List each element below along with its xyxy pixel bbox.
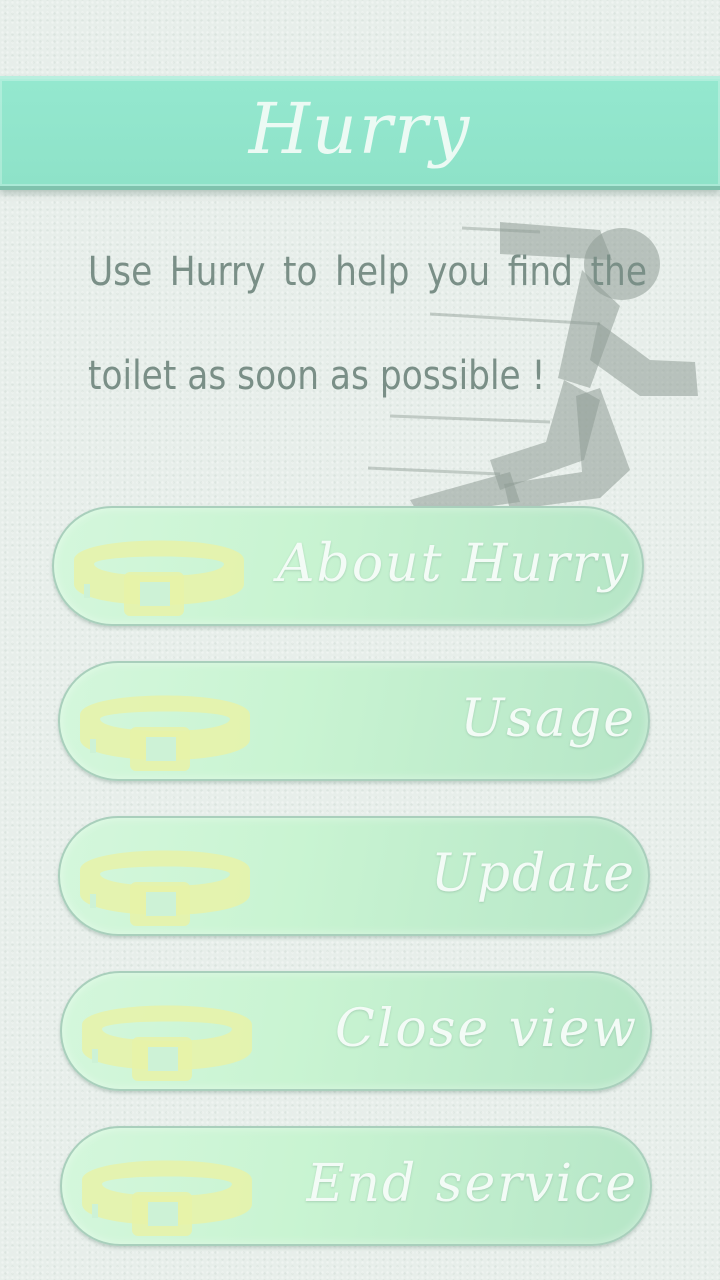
close-view-button[interactable]: Close view	[60, 971, 652, 1091]
title-bar: Hurry	[0, 76, 720, 190]
update-button[interactable]: Update	[58, 816, 650, 936]
update-label: Update	[430, 844, 636, 904]
belt-icon	[74, 540, 244, 616]
about-hurry-button[interactable]: About Hurry	[52, 506, 644, 626]
usage-label: Usage	[460, 689, 636, 749]
belt-icon	[80, 850, 250, 926]
belt-icon	[82, 1005, 252, 1081]
app-title: Hurry	[248, 88, 472, 170]
about-hurry-label: About Hurry	[277, 534, 630, 594]
intro-text: Use Hurry to help you find the toilet as…	[88, 249, 647, 399]
end-service-button[interactable]: End service	[60, 1126, 652, 1246]
belt-icon	[82, 1160, 252, 1236]
usage-button[interactable]: Usage	[58, 661, 650, 781]
belt-icon	[80, 695, 250, 771]
close-view-label: Close view	[334, 999, 638, 1059]
end-service-label: End service	[306, 1154, 638, 1214]
